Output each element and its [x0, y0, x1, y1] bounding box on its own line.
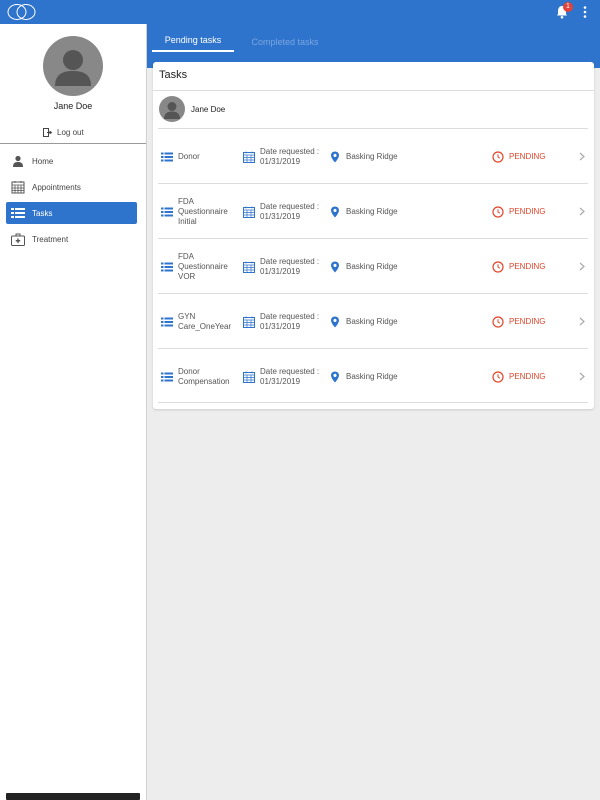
chevron-right-icon: [579, 152, 585, 161]
date-requested-label: Date requested :: [260, 311, 320, 321]
sidebar-item-label: Home: [32, 156, 54, 166]
patient-name: Jane Doe: [191, 104, 226, 114]
sidebar-item-treatment[interactable]: Treatment: [6, 228, 137, 250]
calendar-icon: [243, 371, 255, 383]
status-badge: PENDING: [509, 151, 546, 161]
clock-icon: [492, 150, 504, 163]
date-requested-label: Date requested :: [260, 256, 320, 266]
sidebar-item-appointments[interactable]: Appointments: [6, 176, 137, 198]
calendar-icon: [243, 151, 255, 163]
sidebar-item-label: Treatment: [32, 234, 69, 244]
person-icon: [10, 153, 26, 169]
clock-icon: [492, 260, 504, 273]
logout-label: Log out: [57, 127, 84, 137]
status-badge: PENDING: [509, 261, 546, 271]
chevron-right-icon: [579, 372, 585, 381]
notification-badge: 1: [563, 2, 573, 12]
date-requested-label: Date requested :: [260, 146, 320, 156]
task-date: 01/31/2019: [260, 321, 301, 331]
location-pin-icon: [331, 206, 339, 217]
list-icon: [161, 262, 173, 271]
chevron-right-icon: [579, 262, 585, 271]
tab-completed-tasks[interactable]: Completed tasks: [245, 32, 325, 52]
location-pin-icon: [331, 261, 339, 272]
date-requested-label: Date requested :: [260, 366, 320, 376]
more-menu-icon[interactable]: [581, 5, 589, 19]
sidebar-item-home[interactable]: Home: [6, 150, 137, 172]
task-date: 01/31/2019: [260, 156, 301, 166]
task-row[interactable]: Donor Date requested :01/31/2019 Basking…: [158, 128, 588, 183]
status-badge: PENDING: [509, 206, 546, 216]
calendar-icon: [243, 316, 255, 328]
list-icon: [161, 207, 173, 216]
footer-logo: [6, 793, 140, 800]
top-app-bar: 1: [0, 0, 600, 24]
task-location: Basking Ridge: [346, 371, 398, 381]
list-icon: [10, 205, 26, 221]
task-name: GYN Care_OneYear: [178, 311, 232, 331]
card-title: Tasks: [159, 69, 188, 81]
task-location: Basking Ridge: [346, 206, 398, 216]
sidebar: Jane Doe Log out Home Appointments Tasks…: [0, 24, 147, 800]
clock-icon: [492, 315, 504, 328]
medical-kit-icon: [10, 231, 26, 247]
task-row[interactable]: FDA Questionnaire VOR Date requested :01…: [158, 238, 588, 293]
location-pin-icon: [331, 371, 339, 382]
calendar-icon: [243, 206, 255, 218]
calendar-icon: [243, 261, 255, 273]
app-logo: [7, 4, 36, 20]
location-pin-icon: [331, 151, 339, 162]
task-location: Basking Ridge: [346, 151, 398, 161]
person-silhouette-icon: [164, 102, 180, 119]
user-name: Jane Doe: [53, 101, 93, 111]
chevron-right-icon: [579, 317, 585, 326]
avatar: [43, 36, 103, 96]
sidebar-item-label: Appointments: [32, 182, 81, 192]
task-row[interactable]: GYN Care_OneYear Date requested :01/31/2…: [158, 293, 588, 348]
task-name: Donor: [178, 151, 200, 161]
task-date: 01/31/2019: [260, 266, 301, 276]
calendar-icon: [10, 179, 26, 195]
status-badge: PENDING: [509, 316, 546, 326]
task-name: FDA Questionnaire Initial: [178, 196, 228, 226]
logout-icon: [43, 127, 53, 137]
tasks-card: Tasks Jane Doe Donor Date requested :01/…: [153, 62, 594, 409]
task-location: Basking Ridge: [346, 261, 398, 271]
list-icon: [161, 372, 173, 381]
date-requested-label: Date requested :: [260, 201, 320, 211]
tab-pending-tasks[interactable]: Pending tasks: [152, 32, 234, 52]
chevron-right-icon: [579, 207, 585, 216]
list-icon: [161, 317, 173, 326]
task-row[interactable]: FDA Questionnaire Initial Date requested…: [158, 183, 588, 238]
status-badge: PENDING: [509, 371, 546, 381]
sidebar-item-label: Tasks: [32, 208, 53, 218]
task-location: Basking Ridge: [346, 316, 398, 326]
task-name: Donor Compensation: [178, 366, 230, 386]
task-date: 01/31/2019: [260, 376, 301, 386]
location-pin-icon: [331, 316, 339, 327]
person-silhouette-icon: [55, 50, 91, 86]
clock-icon: [492, 205, 504, 218]
logout-button[interactable]: Log out: [43, 125, 103, 139]
card-divider: [153, 90, 594, 91]
task-row[interactable]: Donor Compensation Date requested :01/31…: [158, 348, 588, 403]
sidebar-item-tasks[interactable]: Tasks: [6, 202, 137, 224]
avatar: [159, 96, 185, 122]
clock-icon: [492, 370, 504, 383]
patient-row: Jane Doe: [159, 95, 589, 123]
task-name: FDA Questionnaire VOR: [178, 251, 228, 281]
list-icon: [161, 152, 173, 161]
task-date: 01/31/2019: [260, 211, 301, 221]
sidebar-divider: [0, 143, 146, 144]
